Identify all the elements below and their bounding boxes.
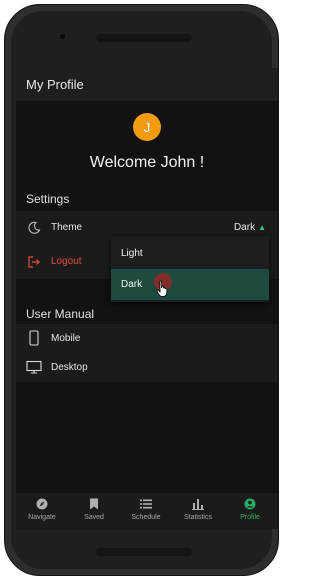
avatar-initial: J [143, 119, 151, 135]
home-indicator[interactable] [96, 548, 192, 556]
nav-label-navigate: Navigate [28, 514, 56, 521]
front-camera [60, 34, 65, 39]
settings-heading: Settings [26, 192, 70, 206]
app-header: My Profile [16, 68, 278, 101]
mobile-phone-icon [26, 330, 42, 346]
theme-option-light[interactable]: Light [111, 238, 269, 269]
nav-label-schedule: Schedule [131, 514, 161, 521]
desktop-row[interactable]: Desktop [16, 353, 278, 382]
nav-label-profile: Profile [240, 514, 260, 521]
mobile-label: Mobile [51, 333, 81, 344]
nav-item-schedule[interactable]: Schedule [120, 497, 172, 521]
theme-label: Theme [51, 222, 83, 233]
nav-item-saved[interactable]: Saved [68, 497, 120, 521]
theme-select-value: Dark [233, 222, 256, 233]
desktop-monitor-icon [26, 359, 42, 375]
theme-dropdown-menu: Light Dark [111, 236, 269, 302]
bar-chart-icon [172, 497, 224, 511]
user-manual-panel: Mobile Desktop [16, 324, 278, 382]
nav-label-saved: Saved [84, 514, 104, 521]
bookmark-icon [68, 497, 120, 511]
desktop-label: Desktop [51, 362, 88, 373]
logout-label: Logout [51, 256, 82, 267]
nav-item-profile[interactable]: Profile [224, 497, 276, 521]
welcome-message: Welcome John ! [89, 154, 205, 171]
compass-icon [16, 497, 68, 511]
theme-option-dark-label: Dark [121, 279, 143, 290]
page-title: My Profile [26, 77, 84, 92]
theme-option-light-label: Light [121, 248, 143, 259]
profile-icon [224, 497, 276, 511]
app-screen: My Profile J Welcome John ! Settings The… [16, 68, 278, 529]
speaker-grille [96, 34, 192, 42]
bottom-navigation: Navigate Saved Schedule Statistics Profi… [16, 493, 278, 529]
theme-select[interactable]: Dark ▲ [234, 222, 266, 233]
moon-icon [26, 220, 42, 236]
theme-option-dark[interactable]: Dark [111, 269, 269, 300]
nav-label-statistics: Statistics [183, 514, 212, 521]
nav-item-navigate[interactable]: Navigate [16, 497, 68, 521]
avatar: J [133, 113, 161, 141]
caret-up-icon: ▲ [258, 223, 266, 232]
mobile-row[interactable]: Mobile [16, 324, 278, 353]
list-icon [120, 497, 172, 511]
hand-pointer-icon [156, 280, 170, 303]
nav-item-statistics[interactable]: Statistics [172, 497, 224, 521]
logout-icon [26, 254, 42, 270]
user-manual-heading: User Manual [26, 307, 95, 321]
